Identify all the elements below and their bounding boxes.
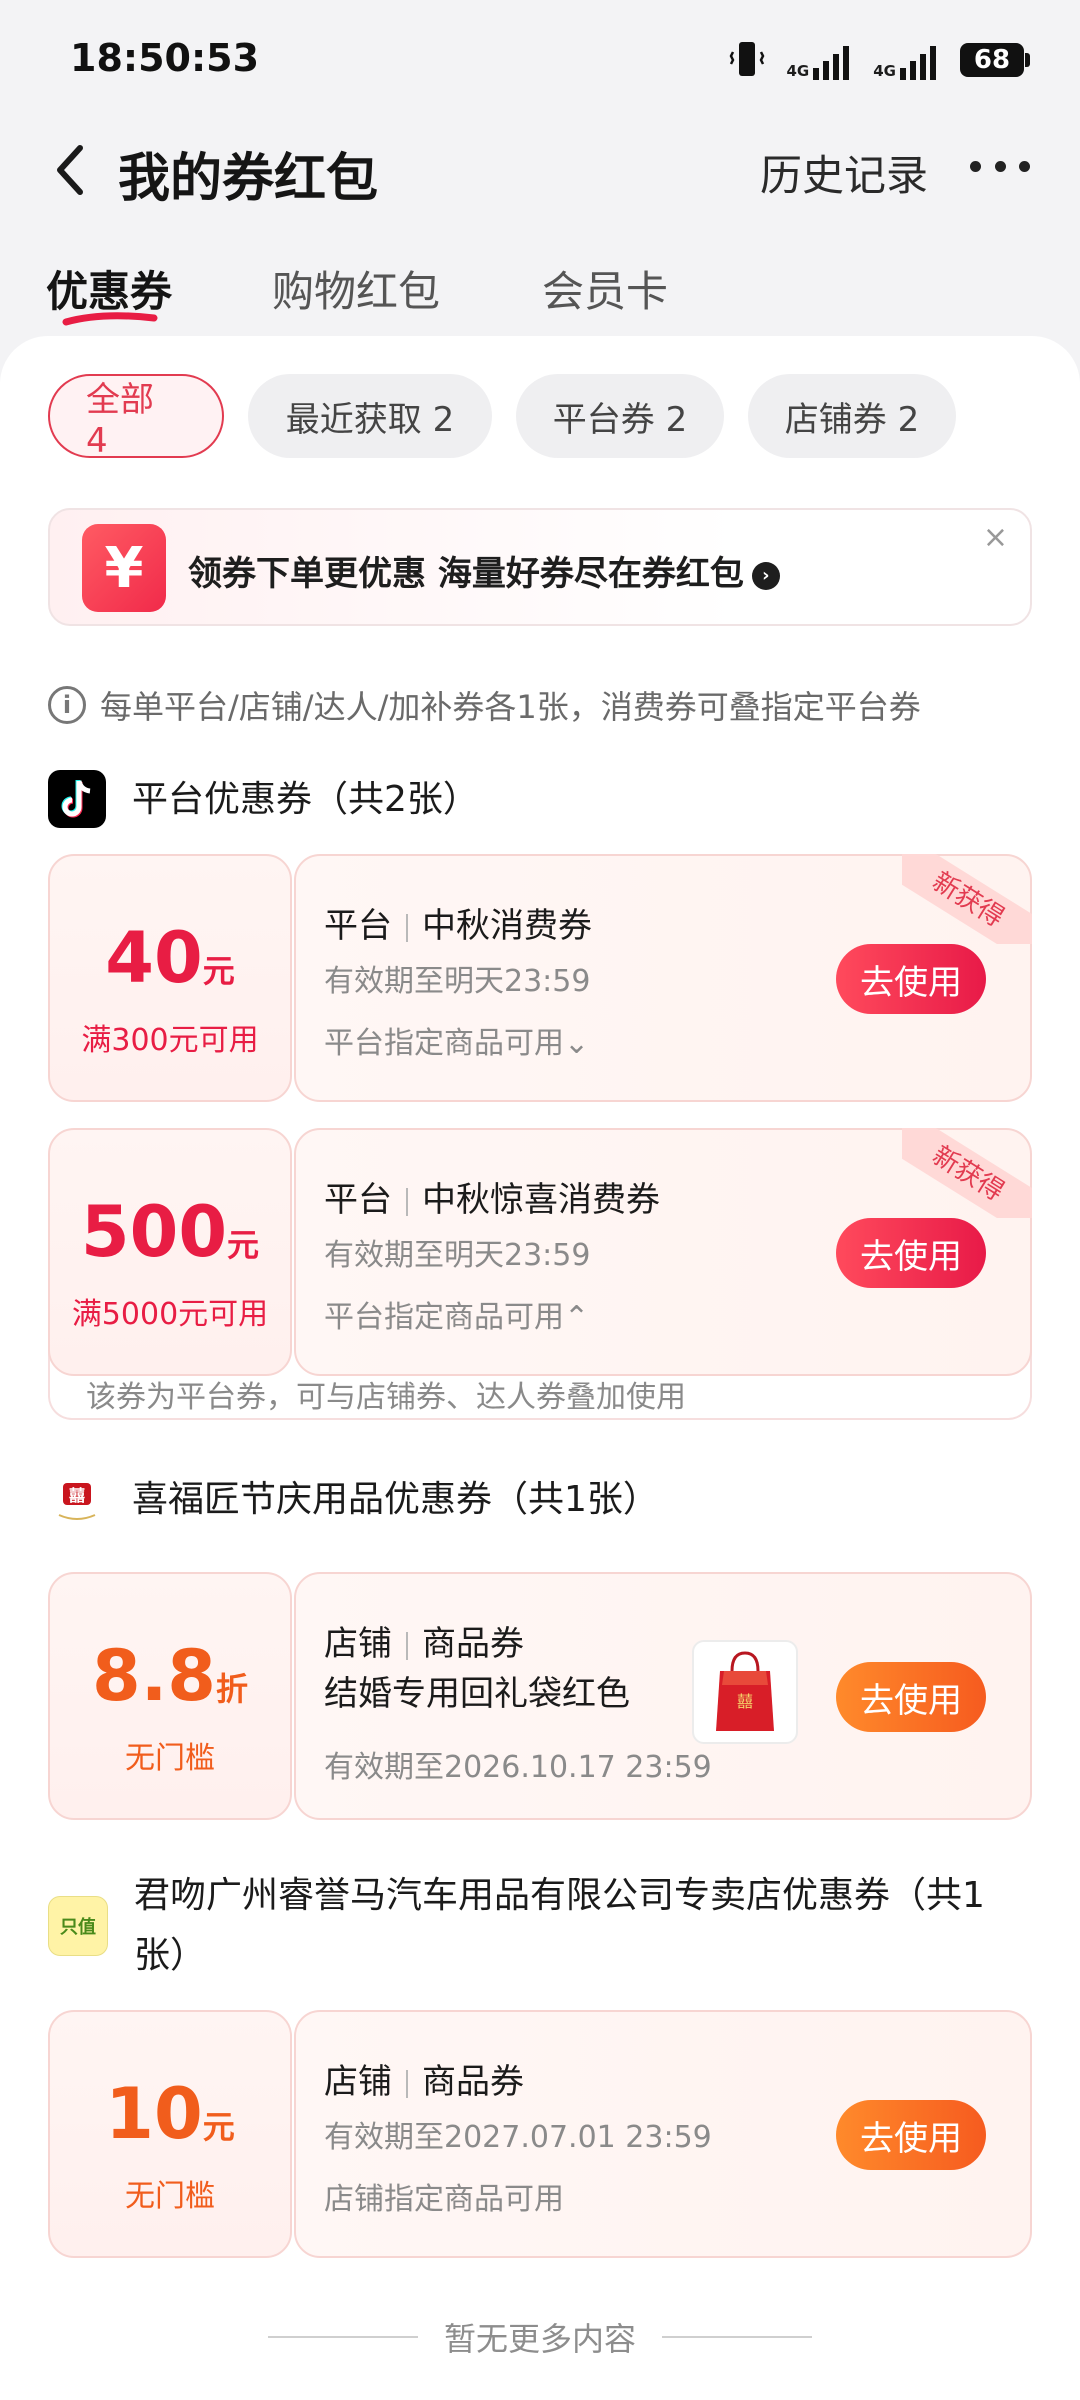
tab-underline: [62, 312, 158, 326]
page-title: 我的券红包: [118, 149, 379, 209]
new-badge: 新获得: [902, 1128, 1032, 1218]
douyin-logo-icon: [48, 770, 106, 828]
coupon-condition: 无门槛: [125, 2179, 215, 2214]
new-badge: 新获得: [902, 854, 1032, 944]
coupon-list-panel: 全部 4 最近获取 2 平台券 2 店铺券 2 ¥ 领券下单更优惠 海量好券尽在…: [0, 336, 1080, 2400]
chevron-right-icon: ›: [751, 561, 780, 590]
back-icon[interactable]: [46, 138, 96, 202]
coupon-product-name: 结婚专用回礼袋红色: [324, 1674, 630, 1714]
store-logo-icon: 只值: [48, 1896, 108, 1956]
banner-text: 领券下单更优惠 海量好券尽在券红包 ›: [188, 546, 780, 595]
coupon-scope: 店铺指定商品可用: [324, 2182, 564, 2217]
chip-store[interactable]: 店铺券 2: [748, 374, 956, 458]
coupon-unit: 元: [227, 1226, 260, 1264]
tab-bar: 优惠券 购物红包 会员卡: [0, 250, 1080, 330]
coupon-amount: 8.8: [91, 1635, 216, 1717]
chip-all[interactable]: 全部 4: [48, 374, 224, 461]
info-icon: i: [48, 686, 86, 724]
coupon-type: 店铺 商品券: [324, 1624, 524, 1664]
coupon-info-panel: 平台 中秋消费券 有效期至明天23:59 平台指定商品可用⌄ 去使用 新获得: [294, 854, 1032, 1102]
coupon-validity: 有效期至2027.07.01 23:59: [324, 2120, 712, 2155]
coupon-amount: 40: [105, 917, 203, 999]
use-coupon-button[interactable]: 去使用: [836, 2100, 986, 2170]
store-logo-icon: 囍: [48, 1470, 106, 1528]
section-store-xifujiang-title: 囍 喜福匠节庆用品优惠券（共1张）: [48, 1470, 1028, 1530]
divider: [662, 2336, 812, 2338]
divider: [267, 2336, 418, 2338]
close-icon[interactable]: ×: [983, 520, 1008, 555]
end-of-list: 暂无更多内容: [0, 2314, 1080, 2360]
section-store-junwen-title: 只值 君吻广州睿誉马汽车用品有限公司专卖店优惠券（共1张）: [48, 1866, 1028, 1986]
product-thumbnail[interactable]: 囍: [692, 1640, 798, 1744]
history-link[interactable]: 历史记录: [760, 142, 928, 203]
status-bar: 18:50:53 4G 4G 68: [0, 0, 1080, 120]
coupon-type: 店铺 商品券: [324, 2062, 524, 2102]
signal-icon: 4G: [787, 40, 852, 80]
notice-text: 每单平台/店铺/达人/加补券各1张，消费券可叠指定平台券: [100, 688, 921, 726]
use-coupon-button[interactable]: 去使用: [836, 944, 986, 1014]
network-type: 4G: [786, 62, 810, 80]
chip-recent[interactable]: 最近获取 2: [248, 374, 492, 458]
promo-banner[interactable]: ¥ 领券下单更优惠 海量好券尽在券红包 › ×: [48, 508, 1032, 626]
coupon-condition: 满5000元可用: [71, 1297, 269, 1332]
svg-text:囍: 囍: [737, 1692, 753, 1711]
vibrate-icon: [729, 40, 765, 80]
filter-chips: 全部 4 最近获取 2 平台券 2 店铺券 2: [48, 374, 956, 461]
yuan-coupon-icon: ¥: [82, 524, 166, 612]
section-title-text: 喜福匠节庆用品优惠券（共1张）: [132, 1479, 659, 1520]
header: 我的券红包 历史记录: [0, 120, 1080, 220]
section-title-text: 平台优惠券（共2张）: [132, 779, 479, 820]
end-text: 暂无更多内容: [443, 2320, 636, 2358]
coupon-validity: 有效期至明天23:59: [324, 964, 591, 999]
section-title-text: 君吻广州睿誉马汽车用品有限公司专卖店优惠券（共1张）: [134, 1875, 985, 1976]
coupon-unit: 元: [202, 2108, 235, 2146]
coupon-amount: 500: [80, 1191, 228, 1273]
coupon-scope-toggle[interactable]: 平台指定商品可用⌃: [324, 1292, 589, 1336]
coupon-card: 10元 无门槛 店铺 商品券 有效期至2027.07.01 23:59 店铺指定商…: [48, 2010, 1032, 2258]
section-platform-title: 平台优惠券（共2张）: [48, 770, 1028, 830]
coupon-value-panel: 40元 满300元可用: [48, 854, 292, 1102]
battery-icon: 68: [960, 43, 1030, 77]
tab-shopping-redpacket[interactable]: 购物红包: [272, 258, 440, 319]
coupon-condition: 满300元可用: [81, 1023, 259, 1058]
coupon-value-panel: 10元 无门槛: [48, 2010, 292, 2258]
coupon-condition: 无门槛: [125, 1741, 215, 1776]
coupon-info-panel: 店铺 商品券 结婚专用回礼袋红色 有效期至2026.10.17 23:59 囍 去…: [294, 1572, 1032, 1820]
coupon-info-panel: 平台 中秋惊喜消费券 有效期至明天23:59 平台指定商品可用⌃ 去使用 新获得: [294, 1128, 1032, 1376]
coupon-unit: 元: [202, 952, 235, 990]
signal-icon-2: 4G: [873, 40, 938, 80]
coupon-type: 平台 中秋消费券: [324, 906, 592, 946]
coupon-unit: 折: [216, 1670, 249, 1708]
coupon-scope-toggle[interactable]: 平台指定商品可用⌄: [324, 1018, 589, 1062]
use-coupon-button[interactable]: 去使用: [836, 1662, 986, 1732]
coupon-value-panel: 500元 满5000元可用: [48, 1128, 292, 1376]
coupon-validity: 有效期至2026.10.17 23:59: [324, 1750, 712, 1785]
coupon-validity: 有效期至明天23:59: [324, 1238, 591, 1273]
network-type-2: 4G: [873, 62, 896, 80]
more-options-icon[interactable]: [970, 144, 1030, 188]
status-time: 18:50:53: [70, 36, 260, 80]
coupon-amount: 10: [105, 2073, 203, 2155]
coupon-value-panel: 8.8折 无门槛: [48, 1572, 292, 1820]
rules-notice: i 每单平台/店铺/达人/加补券各1张，消费券可叠指定平台券: [48, 682, 921, 728]
coupon-card: 该券为平台券，可与店铺券、达人券叠加使用 500元 满5000元可用 平台 中秋惊…: [48, 1128, 1032, 1420]
coupon-info-panel: 店铺 商品券 有效期至2027.07.01 23:59 店铺指定商品可用 去使用: [294, 2010, 1032, 2258]
coupon-card: 8.8折 无门槛 店铺 商品券 结婚专用回礼袋红色 有效期至2026.10.17 …: [48, 1572, 1032, 1820]
chip-platform[interactable]: 平台券 2: [516, 374, 724, 458]
use-coupon-button[interactable]: 去使用: [836, 1218, 986, 1288]
tab-member-card[interactable]: 会员卡: [542, 258, 668, 319]
coupon-type: 平台 中秋惊喜消费券: [324, 1180, 660, 1220]
coupon-card: 40元 满300元可用 平台 中秋消费券 有效期至明天23:59 平台指定商品可用…: [48, 854, 1032, 1102]
svg-text:囍: 囍: [69, 1486, 85, 1505]
